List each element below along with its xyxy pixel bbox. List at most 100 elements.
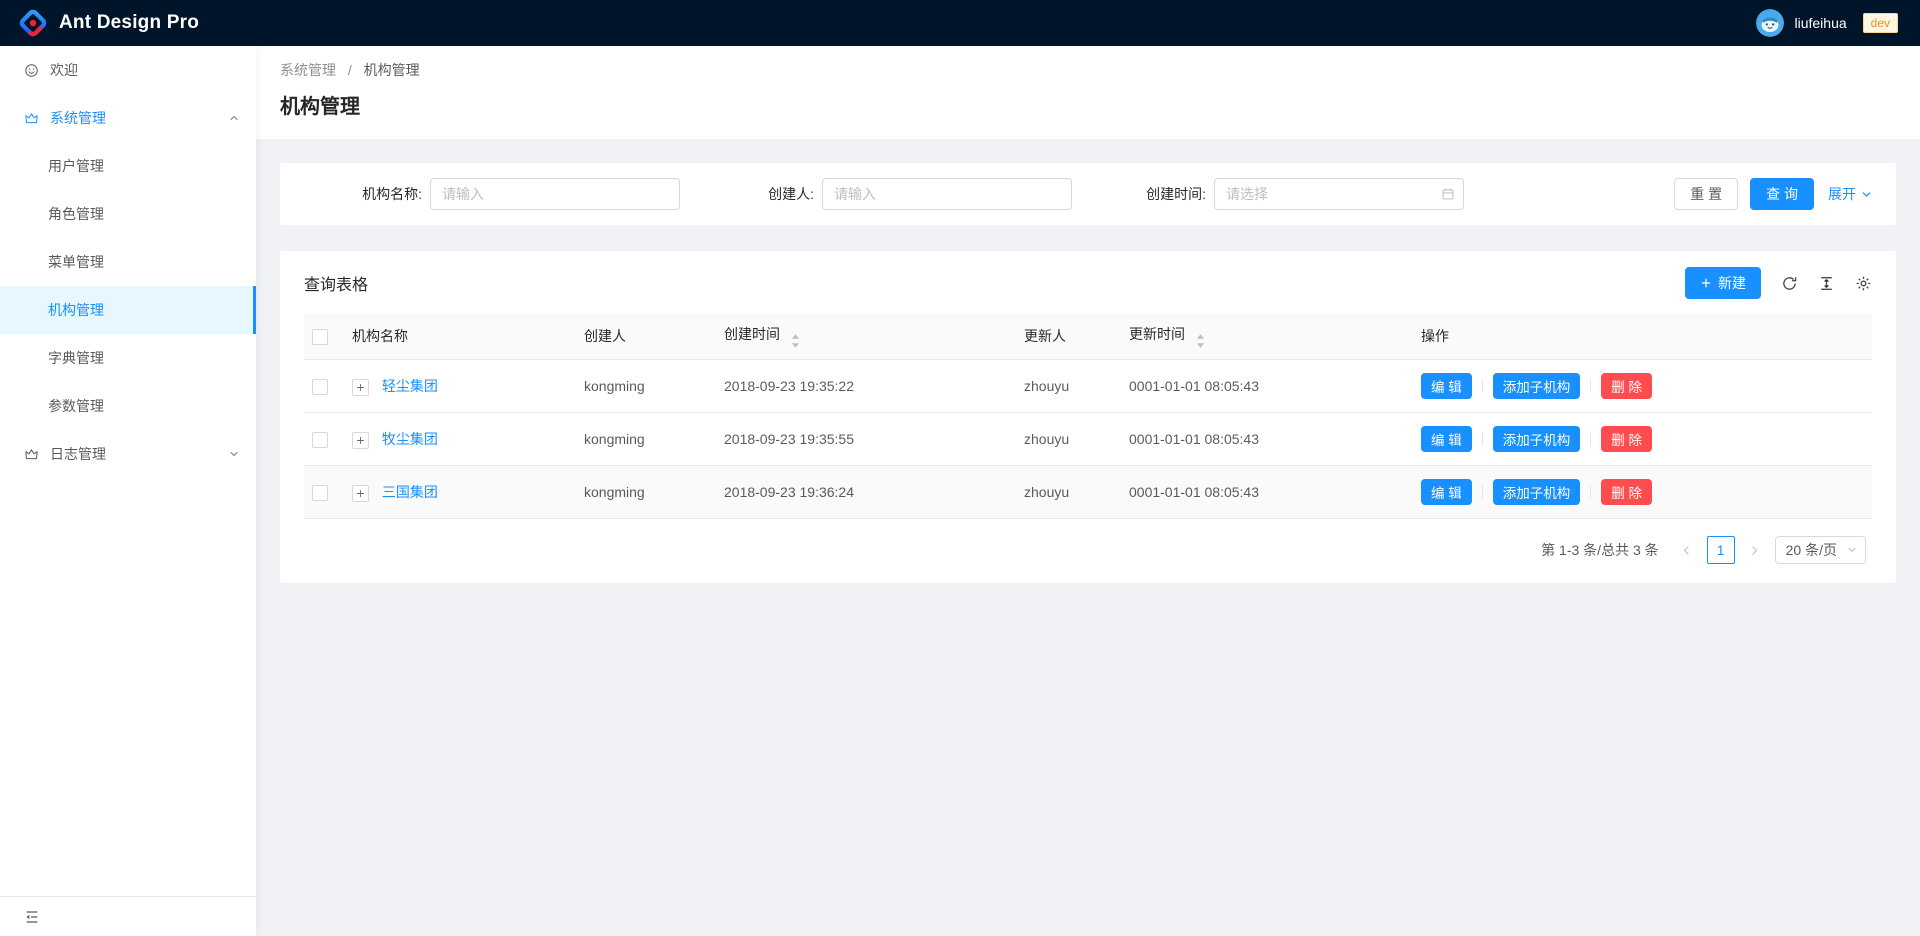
creator-cell: kongming: [584, 360, 724, 413]
updated-time-cell: 0001-01-01 08:05:43: [1129, 466, 1421, 519]
add-child-org-button[interactable]: 添加子机构: [1493, 426, 1581, 452]
delete-button[interactable]: 删 除: [1601, 479, 1652, 505]
created-time-datepicker[interactable]: [1214, 178, 1464, 210]
creator-input[interactable]: [822, 178, 1072, 210]
app-title: Ant Design Pro: [59, 12, 199, 34]
expand-row-button[interactable]: [352, 432, 369, 449]
org-name-link[interactable]: 三国集团: [382, 484, 438, 500]
search-form: 机构名称: 创建人: 创建时间:: [304, 178, 1872, 210]
content-area: 机构名称: 创建人: 创建时间:: [256, 139, 1920, 583]
column-header-actions: 操作: [1421, 313, 1872, 360]
page-number-1[interactable]: 1: [1707, 536, 1735, 564]
table-row: 三国集团 kongming 2018-09-23 19:36:24 zhouyu…: [304, 466, 1872, 519]
action-divider: [1482, 485, 1483, 499]
sidebar-menu: 欢迎 系统管理 用户管理 角色管理 菜单管理 机构管理: [0, 46, 256, 478]
org-name-link[interactable]: 牧尘集团: [382, 431, 438, 447]
action-divider: [1590, 379, 1591, 393]
header-user-area: liufeihua dev: [1756, 9, 1898, 37]
edit-button[interactable]: 编 辑: [1421, 426, 1472, 452]
sidebar-item-welcome[interactable]: 欢迎: [0, 46, 256, 94]
expand-row-button[interactable]: [352, 379, 369, 396]
username[interactable]: liufeihua: [1794, 15, 1846, 31]
chevron-right-icon: [1749, 545, 1760, 556]
page-header: 系统管理 / 机构管理 机构管理: [256, 46, 1920, 139]
new-button[interactable]: 新建: [1685, 267, 1761, 299]
row-checkbox[interactable]: [312, 432, 328, 448]
action-divider: [1590, 485, 1591, 499]
updater-cell: zhouyu: [1024, 466, 1129, 519]
add-child-org-button[interactable]: 添加子机构: [1493, 373, 1581, 399]
plus-icon: [356, 383, 365, 392]
delete-button[interactable]: 删 除: [1601, 426, 1652, 452]
page-size-label: 20 条/页: [1786, 540, 1837, 560]
page-title: 机构管理: [280, 93, 1896, 121]
chevron-left-icon: [1681, 545, 1692, 556]
plus-icon: [356, 489, 365, 498]
sidebar-collapse-trigger[interactable]: [0, 896, 256, 936]
updater-cell: zhouyu: [1024, 413, 1129, 466]
breadcrumb-item-org: 机构管理: [364, 62, 420, 78]
sidebar-item-param-mgmt[interactable]: 参数管理: [0, 382, 256, 430]
row-actions: 编 辑 添加子机构 删 除: [1421, 426, 1856, 452]
sidebar-item-label: 参数管理: [48, 396, 104, 416]
row-actions: 编 辑 添加子机构 删 除: [1421, 479, 1856, 505]
expand-filters-label: 展开: [1828, 184, 1856, 204]
prev-page-button[interactable]: [1675, 538, 1699, 562]
row-actions: 编 辑 添加子机构 删 除: [1421, 373, 1856, 399]
table-card-header: 查询表格 新建: [280, 251, 1896, 313]
sidebar-item-label: 日志管理: [50, 444, 106, 464]
add-child-org-button[interactable]: 添加子机构: [1493, 479, 1581, 505]
action-divider: [1590, 432, 1591, 446]
density-icon[interactable]: [1818, 275, 1835, 292]
sidebar-item-label: 用户管理: [48, 156, 104, 176]
chevron-down-icon: [1861, 189, 1872, 200]
delete-button[interactable]: 删 除: [1601, 373, 1652, 399]
menu-fold-icon: [24, 909, 40, 925]
next-page-button[interactable]: [1743, 538, 1767, 562]
org-name-field: 机构名称:: [304, 178, 696, 210]
avatar[interactable]: [1756, 9, 1784, 37]
breadcrumb: 系统管理 / 机构管理: [280, 60, 1896, 80]
row-checkbox[interactable]: [312, 379, 328, 395]
sidebar-item-menu-mgmt[interactable]: 菜单管理: [0, 238, 256, 286]
column-header-label: 更新时间: [1129, 326, 1185, 342]
settings-gear-icon[interactable]: [1855, 275, 1872, 292]
column-header-org-name: 机构名称: [352, 313, 584, 360]
column-header-updated-time[interactable]: 更新时间: [1129, 313, 1421, 360]
org-name-input[interactable]: [430, 178, 680, 210]
expand-row-button[interactable]: [352, 485, 369, 502]
search-button[interactable]: 查 询: [1750, 178, 1814, 210]
sidebar-item-system-mgmt[interactable]: 系统管理: [0, 94, 256, 142]
sidebar-item-role-mgmt[interactable]: 角色管理: [0, 190, 256, 238]
select-all-checkbox[interactable]: [312, 329, 328, 345]
sidebar-item-label: 系统管理: [50, 108, 106, 128]
breadcrumb-item-system[interactable]: 系统管理: [280, 62, 336, 78]
sidebar-item-label: 机构管理: [48, 300, 104, 320]
pagination: 第 1-3 条/总共 3 条 1 20 条/页: [280, 519, 1896, 581]
sidebar-item-label: 字典管理: [48, 348, 104, 368]
table-card-title: 查询表格: [304, 271, 368, 295]
action-divider: [1482, 379, 1483, 393]
reset-button[interactable]: 重 置: [1674, 178, 1738, 210]
app-logo[interactable]: Ant Design Pro: [18, 8, 199, 38]
sidebar-item-log-mgmt[interactable]: 日志管理: [0, 430, 256, 478]
edit-button[interactable]: 编 辑: [1421, 373, 1472, 399]
expand-filters-link[interactable]: 展开: [1828, 184, 1872, 204]
main-content: 系统管理 / 机构管理 机构管理 机构名称: 创建人:: [256, 46, 1920, 936]
reload-icon[interactable]: [1781, 275, 1798, 292]
row-checkbox[interactable]: [312, 485, 328, 501]
sidebar-item-user-mgmt[interactable]: 用户管理: [0, 142, 256, 190]
chevron-up-icon: [228, 112, 240, 124]
table-row: 轻尘集团 kongming 2018-09-23 19:35:22 zhouyu…: [304, 360, 1872, 413]
sidebar-item-dict-mgmt[interactable]: 字典管理: [0, 334, 256, 382]
sidebar-item-org-mgmt[interactable]: 机构管理: [0, 286, 256, 334]
column-header-created-time[interactable]: 创建时间: [724, 313, 1024, 360]
column-header-label: 创建时间: [724, 326, 780, 342]
edit-button[interactable]: 编 辑: [1421, 479, 1472, 505]
table-wrapper: 机构名称 创建人 创建时间 更新人: [280, 313, 1896, 519]
org-name-link[interactable]: 轻尘集团: [382, 378, 438, 394]
sidebar-item-label: 欢迎: [50, 60, 78, 80]
page-size-select[interactable]: 20 条/页: [1775, 536, 1866, 564]
creator-field: 创建人:: [696, 178, 1088, 210]
sidebar: 欢迎 系统管理 用户管理 角色管理 菜单管理 机构管理: [0, 46, 256, 936]
